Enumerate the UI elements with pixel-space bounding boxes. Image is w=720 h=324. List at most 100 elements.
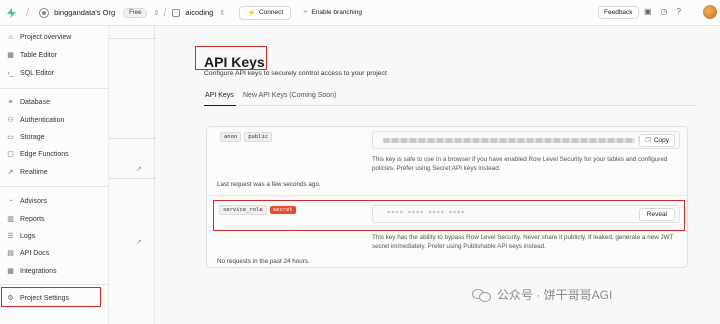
supabase-logo-icon[interactable] [0,7,22,18]
sidebar-item-label: Integrations [20,267,57,275]
sidebar-item-realtime[interactable]: ↗ Realtime [6,166,48,178]
sidebar-item-reports[interactable]: ▥ Reports [6,213,45,225]
chart-icon: ▥ [7,216,14,223]
top-icon-group: ▣ ◷ ? [644,7,681,16]
tab-new-api-keys[interactable]: New API Keys (Coming Soon) [243,92,336,99]
archive-icon: ▭ [7,134,14,141]
active-tab-indicator [204,105,236,106]
list-icon: ☰ [7,233,14,240]
sidebar-item-label: API Docs [20,249,50,257]
masked-key-value: **** **** **** **** [387,210,466,217]
lightbulb-icon: ◔ [8,197,13,205]
service-last-request: No requests in the past 24 hours. [217,258,310,265]
service-role-tag: service_role [219,205,267,215]
document-icon: ▤ [7,250,14,257]
sidebar-item-label: Realtime [20,168,48,176]
service-role-key-field[interactable]: **** **** **** **** Reveal [372,205,680,223]
sidebar-item-label: Edge Functions [20,150,69,158]
sidebar-item-table-editor[interactable]: ▦ Table Editor [6,49,57,61]
menu-divider [109,178,156,179]
sidebar-item-project-overview[interactable]: ⌂ Project overview [6,31,71,43]
service-role-hint: This key has the ability to bypass Row L… [372,234,674,250]
feedback-button[interactable]: Feedback [598,6,639,19]
puzzle-icon: ▦ [7,268,14,275]
service-role-tags: service_role secret [219,205,296,215]
org-icon [39,7,50,18]
sidebar: ⌂ Project overview ▦ Table Editor ›_ SQL… [0,26,108,324]
card-divider [207,195,689,196]
sidebar-item-edge-functions[interactable]: ▢ Edge Functions [6,148,69,160]
avatar[interactable] [703,5,717,19]
sidebar-item-label: Logs [20,232,36,240]
users-icon: ⚇ [7,117,14,124]
sidebar-item-sql-editor[interactable]: ›_ SQL Editor [6,67,54,79]
sidebar-item-advisors[interactable]: ◔ Advisors [6,195,46,207]
external-link-icon[interactable]: ↗ [136,165,142,173]
notification-icon[interactable]: ◷ [661,7,668,16]
page-description: Configure API keys to securely control a… [204,70,387,77]
wechat-logo-icon [472,288,492,302]
reveal-button[interactable]: Reveal [638,208,675,221]
enable-branching-label: Enable branching [311,9,362,16]
copy-icon: ❐ [645,138,651,144]
sidebar-item-label: SQL Editor [20,69,54,77]
sidebar-item-project-settings[interactable]: ⚙ Project Settings [6,292,69,304]
sidebar-item-label: Project Settings [20,294,70,302]
secret-badge: secret [269,206,296,214]
external-link-icon[interactable]: ↗ [136,238,142,246]
sidebar-item-storage[interactable]: ▭ Storage [6,131,45,143]
copy-button[interactable]: ❐ Copy [639,134,675,147]
sidebar-divider [0,284,108,285]
help-icon[interactable]: ? [677,7,681,16]
anon-tag: anon [220,132,242,142]
inbox-icon[interactable]: ▣ [644,7,652,16]
table-icon: ▦ [7,52,14,59]
sidebar-divider [0,186,108,187]
menu-divider [109,138,156,139]
sidebar-item-label: Authentication [20,116,65,124]
anon-key-field[interactable]: S ❐ Copy [372,131,680,149]
breadcrumb-separator: / [163,6,167,19]
sidebar-item-api-docs[interactable]: ▤ API Docs [6,247,49,259]
sidebar-item-label: Project overview [20,33,72,41]
anon-key-tags: anon public [220,132,273,142]
public-tag: public [244,132,273,142]
top-bar: / binggandata's Org Free ⇕ / aicoding ⇕ … [0,0,720,26]
sidebar-item-database[interactable]: ≡ Database [6,96,50,108]
home-icon: ⌂ [8,33,13,41]
project-icon [172,8,181,17]
sidebar-item-logs[interactable]: ☰ Logs [6,230,35,242]
tab-api-keys[interactable]: API Keys [205,92,234,99]
plug-icon: ⚡ [247,9,256,17]
anon-last-request: Last request was a few seconds ago. [217,181,321,188]
project-name[interactable]: aicoding [185,8,213,17]
api-keys-card: anon public S ❐ Copy This key is safe to… [206,126,689,268]
page-title: API Keys [204,54,265,70]
copy-label: Copy [653,137,669,144]
watermark: 公众号 · 饼干哥哥AGI [472,286,612,303]
connect-button[interactable]: ⚡ Connect [239,5,292,20]
code-icon: ▢ [7,151,14,158]
watermark-text: 公众号 · 饼干哥哥AGI [497,288,613,302]
anon-key-hint: This key is safe to use in a browser if … [372,156,668,172]
org-switcher-icon[interactable]: ⇕ [153,9,159,17]
anon-key-value-blurred [383,138,635,143]
connect-label: Connect [258,9,284,16]
sidebar-item-authentication[interactable]: ⚇ Authentication [6,114,64,126]
menu-divider [109,38,156,39]
sidebar-item-label: Reports [20,215,45,223]
database-icon: ≡ [8,98,13,106]
sidebar-item-label: Storage [20,133,45,141]
enable-branching-button[interactable]: ⑂ Enable branching [303,9,362,16]
sidebar-item-label: Table Editor [20,51,57,59]
org-name[interactable]: binggandata's Org [54,8,115,17]
sidebar-divider [0,88,108,89]
project-switcher-icon[interactable]: ⇕ [219,9,225,17]
sidebar-item-label: Database [20,98,50,106]
sidebar-item-integrations[interactable]: ▦ Integrations [6,265,57,277]
breadcrumb-separator: / [26,6,30,19]
main-content: API Keys Configure API keys to securely … [156,26,720,324]
plan-badge: Free [123,7,148,18]
branch-icon: ⑂ [303,9,308,16]
tab-divider [204,105,696,106]
